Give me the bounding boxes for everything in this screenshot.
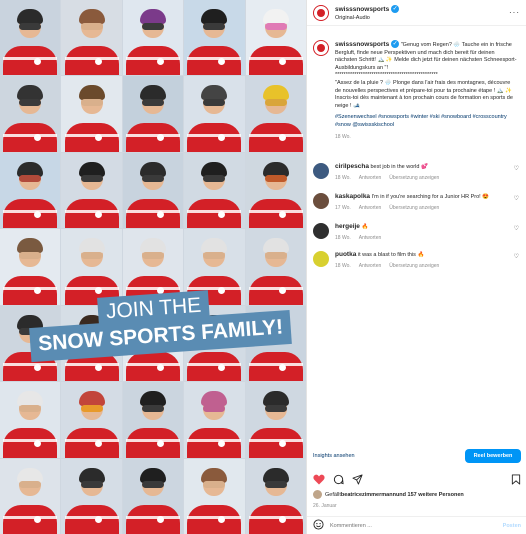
- staff-photo-tile: [61, 0, 122, 76]
- comment-item: kaskapolka I'm in if you're searching fo…: [313, 193, 521, 212]
- staff-photo-tile: [245, 76, 306, 152]
- staff-photo-tile: [245, 152, 306, 229]
- staff-photo-tile: [245, 382, 306, 458]
- staff-photo-tile: [61, 152, 122, 229]
- like-comment-icon[interactable]: ♡: [514, 165, 519, 172]
- post-panel: swisssnowsports ✓ Original-Audio ··· swis…: [306, 0, 526, 534]
- staff-photo-tile: [61, 76, 122, 152]
- staff-photo-tile: [0, 152, 61, 229]
- heart-icon[interactable]: [313, 472, 325, 490]
- staff-photo-grid: [0, 0, 306, 534]
- verified-icon: ✓: [391, 40, 400, 48]
- audio-label[interactable]: Original-Audio: [335, 14, 399, 23]
- comment-age: 18 Wo.: [335, 174, 351, 181]
- emoji-icon[interactable]: [313, 517, 324, 534]
- like-comment-icon[interactable]: ♡: [514, 253, 519, 260]
- staff-photo-tile: [122, 152, 184, 229]
- staff-photo-tile: [0, 229, 61, 305]
- reel-video[interactable]: JOIN THE SNOW SPORTS FAMILY!: [0, 0, 306, 534]
- post-date: 26. Januar: [313, 503, 337, 509]
- reply-link[interactable]: Antworten: [359, 235, 382, 241]
- comment-text: it was a blast to film this 🔥: [357, 252, 425, 258]
- comment-age: 17 Wo.: [335, 204, 351, 211]
- staff-photo-tile: [245, 458, 306, 534]
- comment-item: cirilpescha best job in the world 💕 18 Wo…: [313, 163, 521, 182]
- insights-row: Insights ansehen Reel bewerben: [313, 449, 521, 463]
- commenter-username[interactable]: puotka: [335, 251, 356, 258]
- staff-photo-tile: [122, 76, 184, 152]
- staff-photo-tile: [184, 152, 245, 229]
- more-options-icon[interactable]: ···: [509, 8, 520, 17]
- staff-photo-tile: [184, 76, 245, 152]
- reply-link[interactable]: Antworten: [359, 175, 382, 181]
- comment-age: 18 Wo.: [335, 262, 351, 269]
- commenter-avatar[interactable]: [313, 163, 329, 179]
- action-bar: [313, 474, 521, 488]
- reply-link[interactable]: Antworten: [359, 205, 382, 211]
- like-comment-icon[interactable]: ♡: [514, 195, 519, 202]
- avatar[interactable]: [313, 40, 329, 56]
- insights-link[interactable]: Insights ansehen: [313, 453, 355, 459]
- caption-text-fr: "Assez de la pluie ? 🌧️ Plonge dans l'ai…: [335, 79, 513, 109]
- staff-photo-tile: [61, 458, 122, 534]
- caption-hashtags[interactable]: #Szenenwechsel #snowsports #winter #ski …: [335, 114, 517, 129]
- post-comment-button[interactable]: Posten: [503, 523, 521, 529]
- comment-text: best job in the world 💕: [370, 164, 428, 170]
- commenter-username[interactable]: kaskapolka: [335, 193, 370, 200]
- commenter-avatar[interactable]: [313, 251, 329, 267]
- caption-divider: ****************************************…: [335, 72, 438, 79]
- staff-photo-tile: [0, 458, 61, 534]
- staff-photo-tile: [184, 0, 245, 76]
- staff-photo-tile: [184, 458, 245, 534]
- comment-item: puotka it was a blast to film this 🔥 18 W…: [313, 251, 521, 270]
- bookmark-icon[interactable]: [511, 472, 521, 490]
- verified-icon: ✓: [391, 5, 400, 13]
- liker-avatar: [313, 490, 322, 499]
- commenter-username[interactable]: cirilpescha: [335, 163, 369, 170]
- commenter-username[interactable]: hergeije: [335, 223, 360, 230]
- likes-prefix: Gefällt: [325, 491, 341, 498]
- staff-photo-tile: [61, 382, 122, 458]
- caption-username[interactable]: swisssnowsports: [335, 41, 389, 48]
- likes-summary[interactable]: Gefällt beatricezimmermann und 157 weite…: [313, 490, 523, 499]
- staff-photo-tile: [245, 229, 306, 305]
- staff-photo-tile: [245, 0, 306, 76]
- translate-link[interactable]: Übersetzung anzeigen: [389, 263, 439, 269]
- staff-photo-tile: [0, 76, 61, 152]
- comment-bar: Posten: [307, 516, 526, 534]
- comment-item: hergeije 🔥 18 Wo. Antworten ♡: [313, 223, 521, 242]
- comment-text: 🔥: [361, 224, 369, 230]
- avatar[interactable]: [313, 4, 329, 21]
- staff-photo-tile: [122, 382, 184, 458]
- comment-icon[interactable]: [333, 472, 344, 490]
- caption-age: 18 Wo.: [335, 133, 351, 140]
- staff-photo-tile: [122, 0, 184, 76]
- commenter-avatar[interactable]: [313, 223, 329, 239]
- like-comment-icon[interactable]: ♡: [514, 225, 519, 232]
- staff-photo-tile: [184, 382, 245, 458]
- comment-text: I'm in if you're searching for a Junior …: [371, 194, 490, 200]
- commenter-avatar[interactable]: [313, 193, 329, 209]
- comment-input[interactable]: [330, 522, 490, 529]
- likes-count-text[interactable]: und 157 weitere Personen: [396, 492, 464, 498]
- boost-reel-button[interactable]: Reel bewerben: [465, 449, 521, 463]
- staff-photo-tile: [61, 229, 122, 305]
- author-username[interactable]: swisssnowsports: [335, 6, 389, 13]
- staff-photo-tile: [0, 0, 61, 76]
- comment-age: 18 Wo.: [335, 234, 351, 241]
- liker-username[interactable]: beatricezimmermann: [341, 492, 396, 498]
- staff-photo-tile: [0, 382, 61, 458]
- translate-link[interactable]: Übersetzung anzeigen: [389, 205, 439, 211]
- staff-photo-tile: [122, 458, 184, 534]
- reply-link[interactable]: Antworten: [359, 263, 382, 269]
- caption: swisssnowsports ✓ "Genug vom Regen? 🌧️ Ta…: [313, 40, 519, 141]
- translate-link[interactable]: Übersetzung anzeigen: [389, 175, 439, 181]
- share-icon[interactable]: [352, 472, 363, 490]
- post-header: swisssnowsports ✓ Original-Audio ···: [307, 0, 526, 26]
